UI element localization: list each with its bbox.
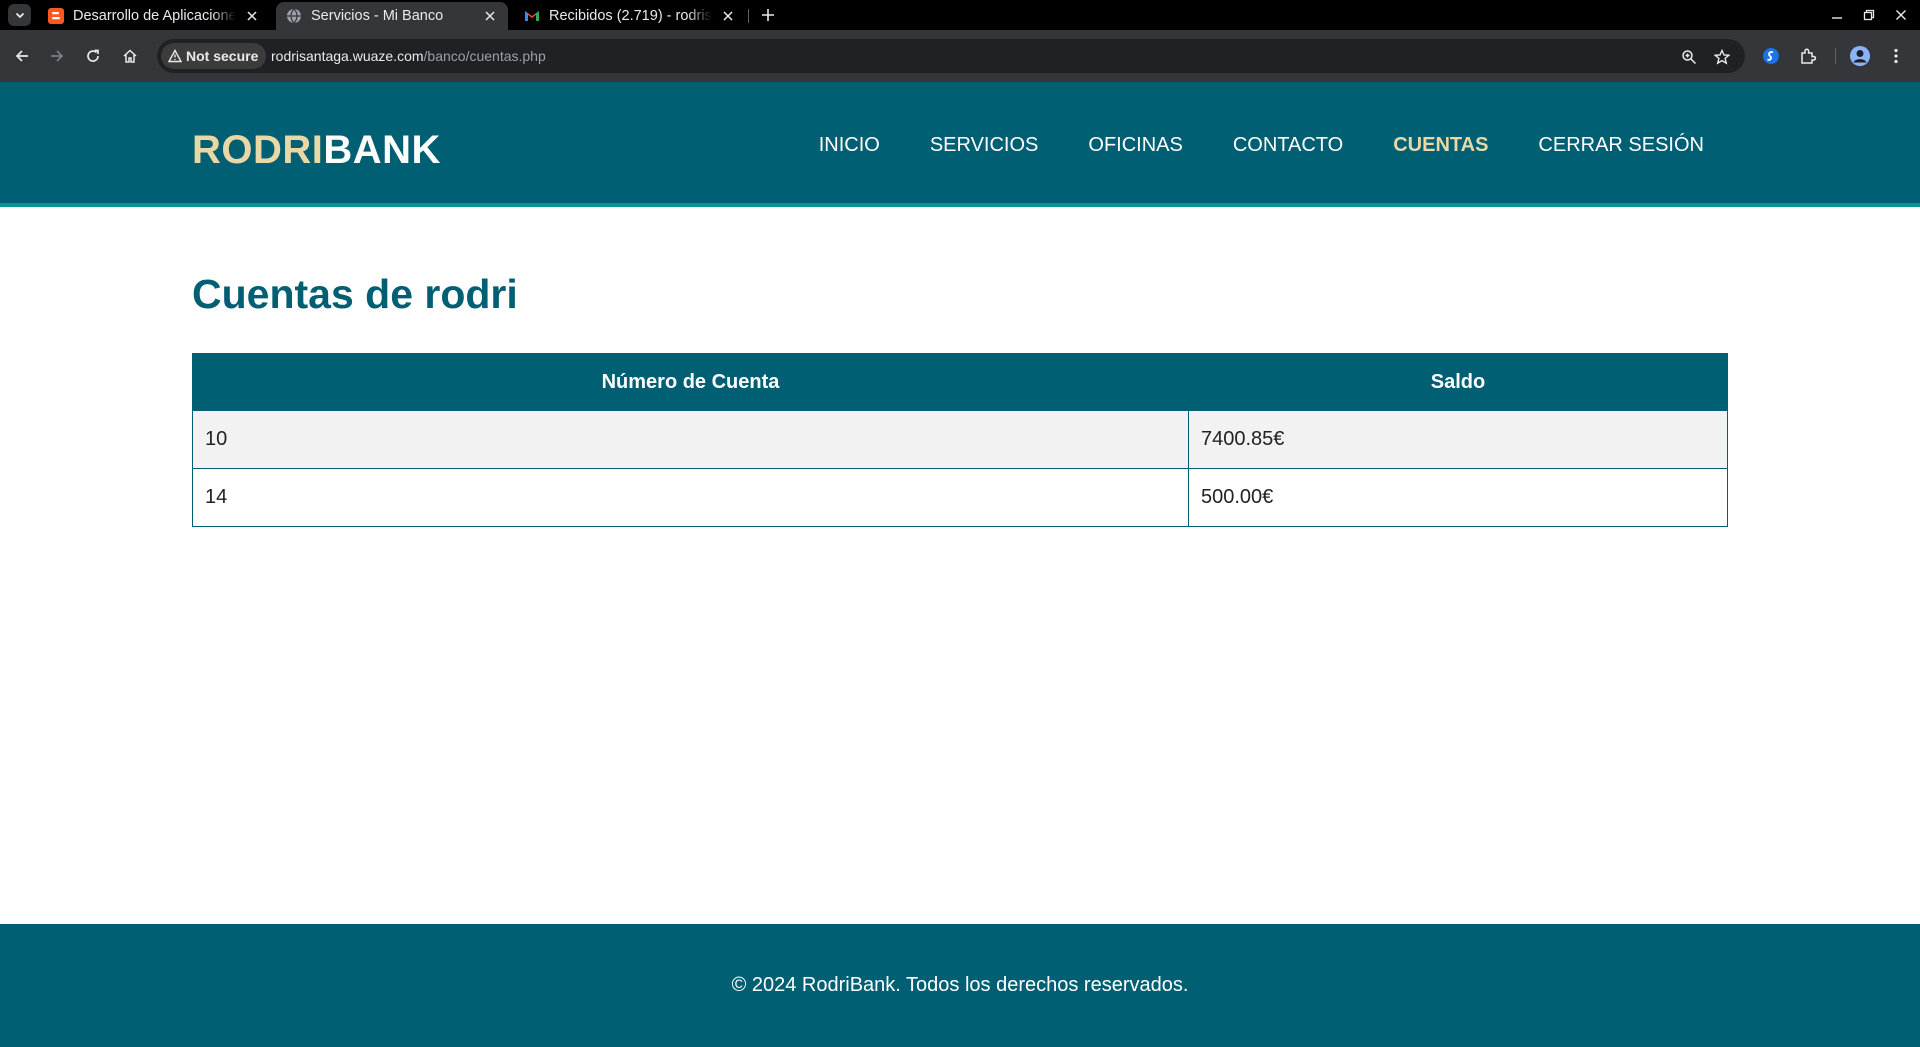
- balance-cell: 500.00€: [1188, 468, 1728, 527]
- minimize-button[interactable]: [1826, 5, 1848, 25]
- home-button[interactable]: [118, 44, 142, 68]
- close-icon: [1896, 10, 1906, 20]
- arrow-right-icon: [51, 50, 64, 62]
- toolbar-divider: [1835, 48, 1836, 64]
- browser-toolbar: Not secure rodrisantaga.wuaze.com/banco/…: [0, 30, 1920, 82]
- extensions-puzzle-icon[interactable]: [1796, 44, 1820, 68]
- footer-copyright: © 2024 RodriBank. Todos los derechos res…: [731, 974, 1189, 996]
- column-header-account-number: Número de Cuenta: [192, 353, 1189, 411]
- tab-servicios[interactable]: Servicios - Mi Banco: [276, 2, 508, 30]
- home-icon: [123, 49, 137, 63]
- minimize-icon: [1832, 17, 1842, 19]
- url-path: /banco/cuentas.php: [423, 48, 546, 64]
- url-text[interactable]: rodrisantaga.wuaze.com/banco/cuentas.php: [271, 39, 546, 73]
- account-number-cell: 10: [192, 410, 1189, 469]
- table-row: 10 7400.85€: [192, 410, 1728, 469]
- globe-icon: [286, 8, 302, 24]
- site-header: RODRIBANK INICIO SERVICIOS OFICINAS CONT…: [0, 82, 1920, 207]
- tab-gmail[interactable]: Recibidos (2.719) - rodrisa: [514, 2, 746, 30]
- main-content: Cuentas de rodri Número de Cuenta Saldo …: [192, 207, 1728, 527]
- site-logo[interactable]: RODRIBANK: [192, 128, 441, 173]
- address-bar[interactable]: Not secure rodrisantaga.wuaze.com/banco/…: [157, 39, 1745, 73]
- new-tab-button[interactable]: [758, 5, 778, 25]
- page-title: Cuentas de rodri: [192, 271, 518, 317]
- tab-title: Recibidos (2.719) - rodrisa: [549, 8, 712, 24]
- warning-icon: [168, 49, 182, 63]
- tab-divider: [748, 9, 749, 23]
- balance-cell: 7400.85€: [1188, 410, 1728, 469]
- close-icon[interactable]: [482, 8, 498, 24]
- security-label: Not secure: [186, 48, 259, 64]
- tab-title: Servicios - Mi Banco: [311, 8, 444, 24]
- blogger-icon: [48, 8, 64, 24]
- nav-link-cuentas[interactable]: CUENTAS: [1393, 134, 1488, 157]
- close-window-button[interactable]: [1890, 5, 1912, 25]
- table-row: 14 500.00€: [192, 468, 1728, 527]
- profile-avatar[interactable]: [1848, 44, 1872, 68]
- forward-button[interactable]: [45, 44, 69, 68]
- gmail-icon: [524, 8, 540, 24]
- restore-icon: [1863, 9, 1875, 21]
- column-header-balance: Saldo: [1188, 353, 1728, 411]
- nav-link-cerrar-sesion[interactable]: CERRAR SESIÓN: [1538, 134, 1704, 157]
- kebab-menu-icon[interactable]: [1884, 44, 1908, 68]
- url-host: rodrisantaga.wuaze.com: [271, 48, 424, 64]
- tab-desarrollo[interactable]: Desarrollo de Aplicaciones: [38, 2, 270, 30]
- nav-link-oficinas[interactable]: OFICINAS: [1088, 134, 1182, 157]
- site-footer: © 2024 RodriBank. Todos los derechos res…: [0, 924, 1920, 1047]
- logo-part-rodri: RODRI: [192, 128, 324, 172]
- zoom-icon[interactable]: [1680, 48, 1698, 66]
- main-nav: INICIO SERVICIOS OFICINAS CONTACTO CUENT…: [819, 134, 1704, 157]
- nav-link-servicios[interactable]: SERVICIOS: [930, 134, 1039, 157]
- tab-title: Desarrollo de Aplicaciones: [73, 8, 236, 24]
- logo-part-bank: BANK: [323, 128, 441, 172]
- nav-link-contacto[interactable]: CONTACTO: [1233, 134, 1343, 157]
- reload-icon: [87, 49, 99, 62]
- table-header-row: Número de Cuenta Saldo: [192, 353, 1728, 411]
- browser-tab-bar: Desarrollo de Aplicaciones Servicios - M…: [0, 0, 1920, 30]
- back-button[interactable]: [10, 44, 34, 68]
- plus-icon: [762, 9, 774, 21]
- shazam-extension-icon[interactable]: [1759, 44, 1783, 68]
- close-icon[interactable]: [244, 8, 260, 24]
- security-chip[interactable]: Not secure: [161, 43, 267, 69]
- bookmark-star-icon[interactable]: [1713, 48, 1731, 66]
- restore-button[interactable]: [1858, 5, 1880, 25]
- accounts-table: Número de Cuenta Saldo 10 7400.85€ 14 50…: [192, 353, 1728, 527]
- close-icon[interactable]: [720, 8, 736, 24]
- chevron-down-icon: [15, 12, 24, 19]
- reload-button[interactable]: [81, 44, 105, 68]
- tab-search-button[interactable]: [8, 4, 31, 26]
- nav-link-inicio[interactable]: INICIO: [819, 134, 880, 157]
- arrow-left-icon: [15, 50, 28, 62]
- account-number-cell: 14: [192, 468, 1189, 527]
